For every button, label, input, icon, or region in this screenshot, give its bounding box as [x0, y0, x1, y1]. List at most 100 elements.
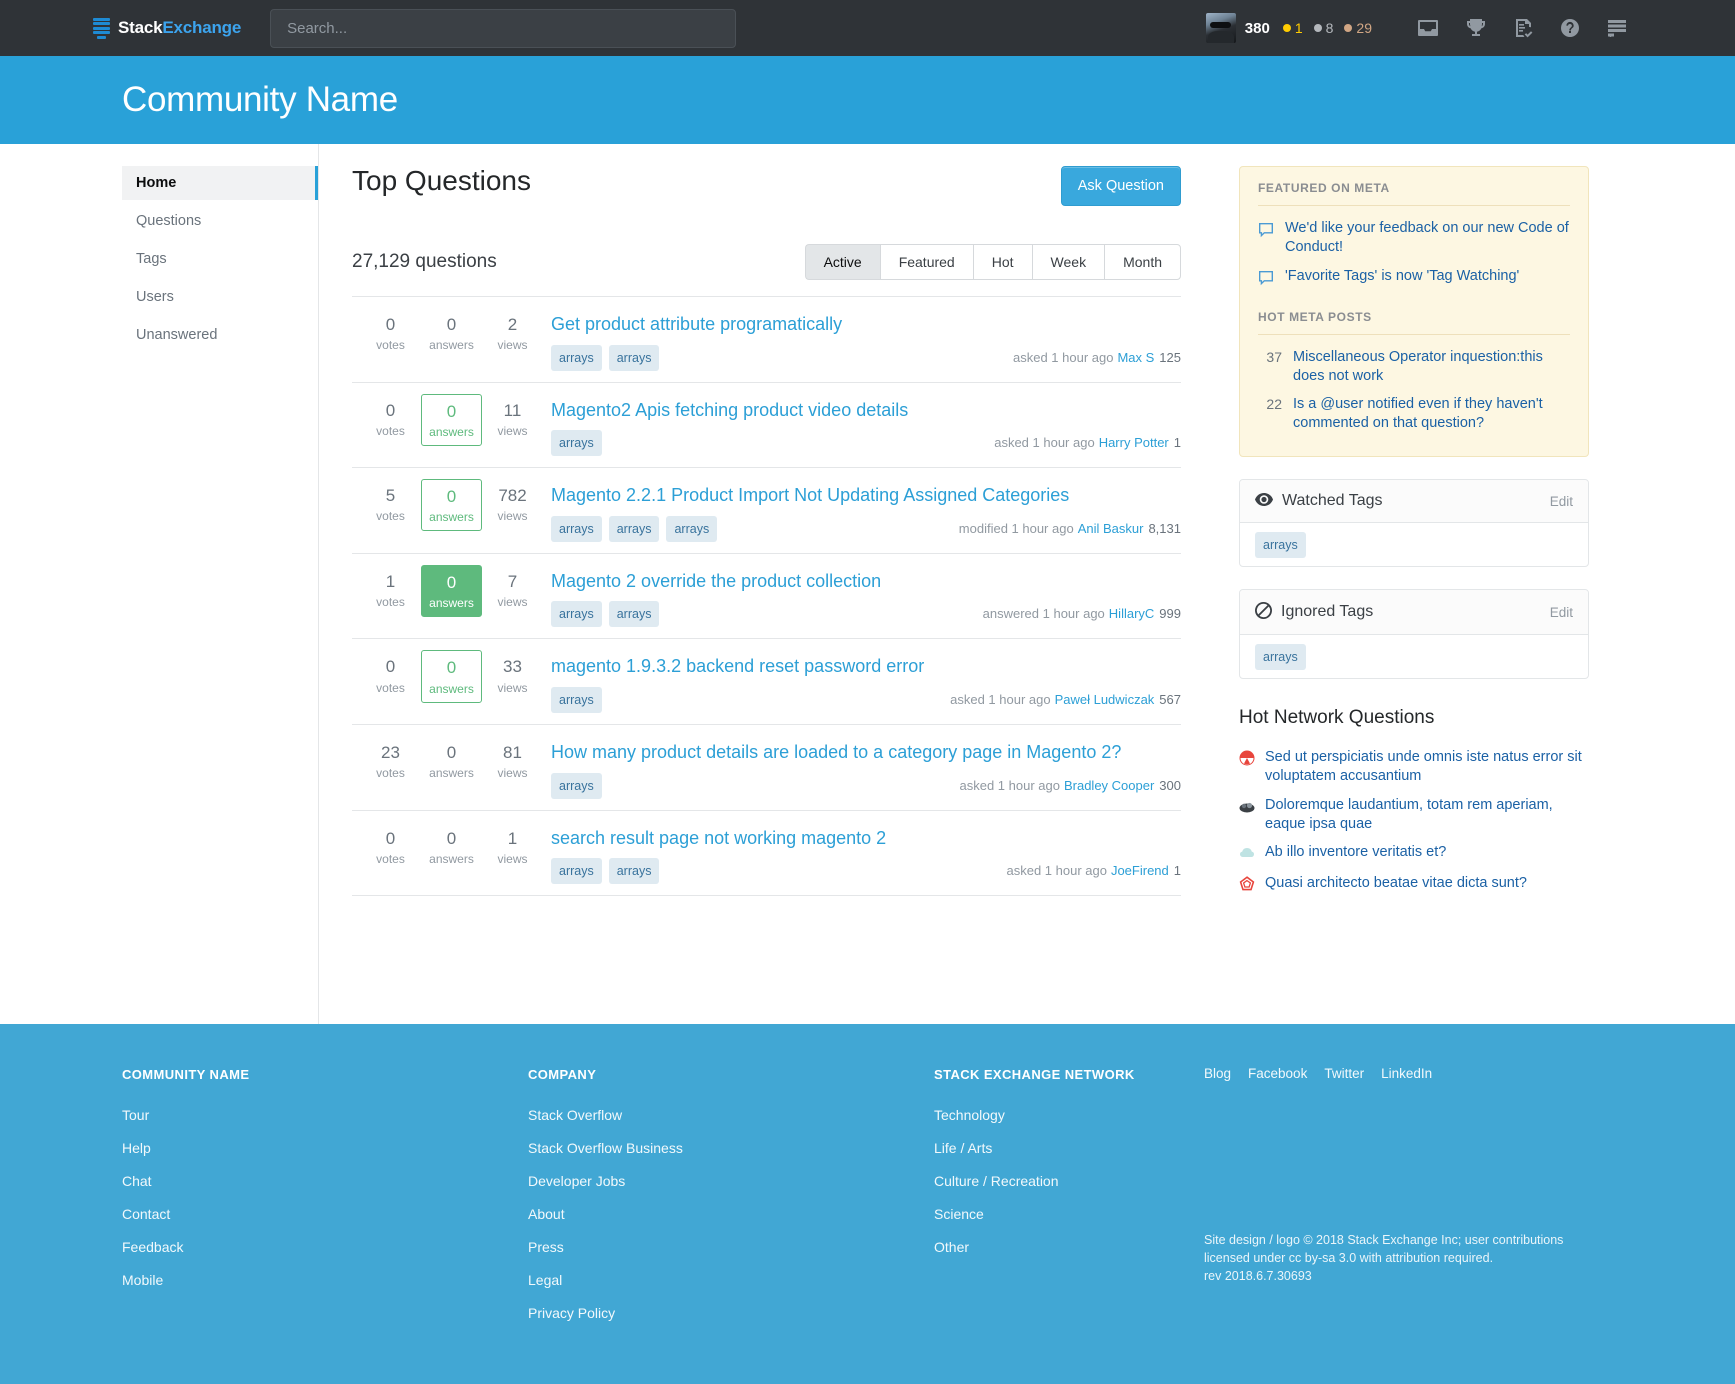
question-body: Get product attribute programatically ar…: [543, 314, 1181, 371]
cloud-icon: [1239, 845, 1255, 864]
bronze-dot-icon: [1344, 24, 1353, 32]
footer-link-company[interactable]: Stack Overflow: [528, 1107, 934, 1123]
help-icon[interactable]: [1560, 18, 1580, 38]
footer-link-company[interactable]: Developer Jobs: [528, 1173, 934, 1189]
question-tag[interactable]: arrays: [551, 772, 602, 799]
question-tag[interactable]: arrays: [608, 515, 660, 542]
votes-label: votes: [376, 338, 405, 353]
sidebar-item-unanswered[interactable]: Unanswered: [122, 318, 318, 352]
votes-label: votes: [376, 851, 405, 866]
avatar[interactable]: [1205, 13, 1236, 43]
sidebar-item-questions[interactable]: Questions: [122, 204, 318, 238]
footer-social-link[interactable]: LinkedIn: [1381, 1066, 1432, 1081]
featured-meta-link[interactable]: We'd like your feedback on our new Code …: [1285, 219, 1570, 257]
question-meta-row: arrays asked 1 hour ago Bradley Cooper 300: [551, 772, 1181, 799]
list-item: 22 Is a @user notified even if they have…: [1258, 390, 1570, 438]
hot-network-link[interactable]: Doloremque laudantium, totam rem aperiam…: [1265, 796, 1589, 834]
footer-link-community[interactable]: Tour: [122, 1107, 528, 1123]
footer-social-link[interactable]: Facebook: [1248, 1066, 1307, 1081]
question-tag[interactable]: arrays: [608, 344, 660, 371]
answers-label: answers: [429, 851, 474, 866]
footer-social-link[interactable]: Twitter: [1324, 1066, 1364, 1081]
question-title-link[interactable]: magento 1.9.3.2 backend reset password e…: [551, 656, 1181, 678]
question-tag[interactable]: arrays: [551, 858, 602, 885]
footer-link-network[interactable]: Other: [934, 1239, 1204, 1255]
question-tag[interactable]: arrays: [666, 515, 718, 542]
stackexchange-logo[interactable]: StackExchange: [93, 17, 241, 39]
footer-link-community[interactable]: Contact: [122, 1206, 528, 1222]
question-tag[interactable]: arrays: [551, 601, 602, 628]
question-title-link[interactable]: How many product details are loaded to a…: [551, 742, 1181, 764]
sidebar-item-users[interactable]: Users: [122, 280, 318, 314]
question-tag[interactable]: arrays: [608, 858, 660, 885]
ask-question-button[interactable]: Ask Question: [1060, 166, 1181, 206]
hot-network-link[interactable]: Quasi architecto beatae vitae dicta sunt…: [1265, 874, 1527, 893]
question-title-link[interactable]: Magento2 Apis fetching product video det…: [551, 400, 1181, 422]
movies-icon: [1239, 750, 1255, 769]
question-title-link[interactable]: search result page not working magento 2: [551, 828, 1181, 850]
site-switcher-icon[interactable]: [1607, 19, 1627, 37]
question-title-link[interactable]: Get product attribute programatically: [551, 314, 1181, 336]
footer-link-community[interactable]: Mobile: [122, 1272, 528, 1288]
tab-week[interactable]: Week: [1031, 244, 1105, 280]
question-author-link[interactable]: JoeFirend: [1111, 863, 1169, 878]
featured-meta-link[interactable]: 'Favorite Tags' is now 'Tag Watching': [1285, 267, 1519, 286]
hot-meta-link[interactable]: Is a @user notified even if they haven't…: [1293, 395, 1570, 433]
gold-badge-count[interactable]: 1: [1282, 20, 1303, 36]
trophy-icon[interactable]: [1466, 18, 1486, 38]
ignored-tag[interactable]: arrays: [1255, 644, 1306, 671]
tab-month[interactable]: Month: [1104, 244, 1181, 280]
footer-link-network[interactable]: Science: [934, 1206, 1204, 1222]
question-author-link[interactable]: HillaryC: [1109, 606, 1155, 621]
search-input[interactable]: [285, 18, 722, 38]
question-author-link[interactable]: Bradley Cooper: [1064, 778, 1154, 793]
hot-network-link[interactable]: Ab illo inventore veritatis et?: [1265, 843, 1446, 862]
ignored-tags-edit-link[interactable]: Edit: [1550, 605, 1573, 620]
question-author-link[interactable]: Anil Baskur: [1078, 521, 1144, 536]
footer-link-company[interactable]: Stack Overflow Business: [528, 1140, 934, 1156]
footer-column-social: Blog Facebook Twitter LinkedIn Site design …: [1204, 1066, 1675, 1338]
question-tag[interactable]: arrays: [551, 344, 602, 371]
question-tag[interactable]: arrays: [608, 601, 660, 628]
question-tag[interactable]: arrays: [551, 686, 602, 713]
question-title-link[interactable]: Magento 2.2.1 Product Import Not Updatin…: [551, 485, 1181, 507]
inbox-icon[interactable]: [1417, 19, 1439, 38]
footer-link-company[interactable]: About: [528, 1206, 934, 1222]
question-tag[interactable]: arrays: [551, 515, 602, 542]
table-row: 0 votes 0 answers 2 views Get product at…: [352, 297, 1181, 383]
answers-stat: 0 answers: [421, 479, 482, 532]
footer-social-link[interactable]: Blog: [1204, 1066, 1231, 1081]
tab-featured[interactable]: Featured: [879, 244, 973, 280]
footer-link-community[interactable]: Feedback: [122, 1239, 528, 1255]
question-author-link[interactable]: Max S: [1117, 350, 1154, 365]
question-tag[interactable]: arrays: [551, 430, 602, 457]
question-author-link[interactable]: Paweł Ludwiczak: [1055, 692, 1155, 707]
footer-link-community[interactable]: Help: [122, 1140, 528, 1156]
stack-logo-icon: [93, 17, 110, 39]
question-stats: 0 votes 0 answers 1 views: [352, 828, 543, 866]
footer-link-network[interactable]: Technology: [934, 1107, 1204, 1123]
question-author-link[interactable]: Harry Potter: [1099, 435, 1169, 450]
tab-hot[interactable]: Hot: [972, 244, 1032, 280]
hot-meta-link[interactable]: Miscellaneous Operator inquestion:this d…: [1293, 348, 1570, 386]
footer-link-network[interactable]: Life / Arts: [934, 1140, 1204, 1156]
sidebar-item-tags[interactable]: Tags: [122, 242, 318, 276]
silver-badge-count[interactable]: 8: [1313, 20, 1333, 36]
review-icon[interactable]: [1513, 18, 1533, 38]
table-row: 5 votes 0 answers 782 views Magento 2.2.…: [352, 468, 1181, 554]
watched-tag[interactable]: arrays: [1255, 532, 1306, 559]
footer-link-community[interactable]: Chat: [122, 1173, 528, 1189]
list-item: Ab illo inventore veritatis et?: [1239, 838, 1589, 869]
watched-tags-edit-link[interactable]: Edit: [1550, 494, 1573, 509]
question-title-link[interactable]: Magento 2 override the product collectio…: [551, 571, 1181, 593]
footer-link-company[interactable]: Legal: [528, 1272, 934, 1288]
search-box[interactable]: [270, 8, 737, 48]
footer-link-company[interactable]: Privacy Policy: [528, 1305, 934, 1321]
bronze-badge-count[interactable]: 29: [1344, 20, 1372, 36]
footer-link-company[interactable]: Press: [528, 1239, 934, 1255]
sidebar-item-home[interactable]: Home: [122, 166, 318, 200]
hot-network-link[interactable]: Sed ut perspiciatis unde omnis iste natu…: [1265, 748, 1589, 786]
footer-link-network[interactable]: Culture / Recreation: [934, 1173, 1204, 1189]
tab-active[interactable]: Active: [804, 244, 880, 280]
footer-columns: COMMUNITY NAME Tour Help Chat Contact Feedba…: [0, 1066, 1735, 1338]
